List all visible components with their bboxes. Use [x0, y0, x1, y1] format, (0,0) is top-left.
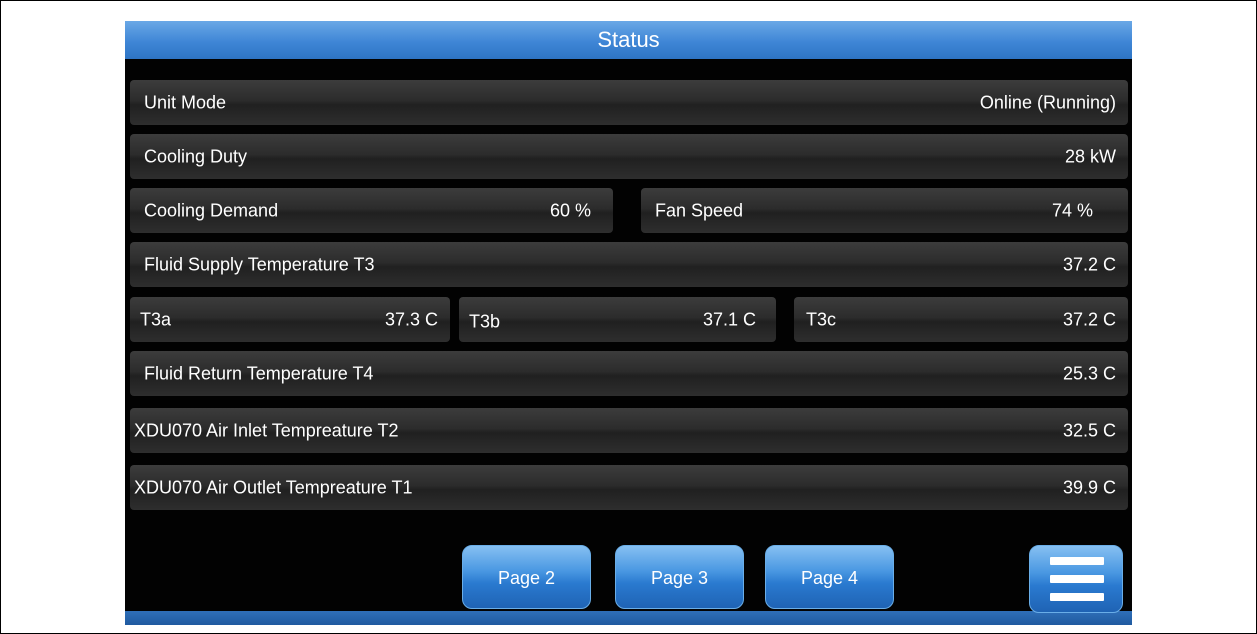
air-inlet-row: XDU070 Air Inlet Tempreature T2 32.5 C [130, 408, 1128, 453]
fan-speed-value: 74 % [1051, 200, 1093, 220]
unit-mode-row: Unit Mode Online (Running) [130, 80, 1128, 125]
cooling-demand-value: 60 % [549, 200, 591, 220]
cooling-demand-row: Cooling Demand 60 % [130, 188, 613, 233]
fluid-supply-row: Fluid Supply Temperature T3 37.2 C [130, 242, 1128, 287]
air-outlet-label: XDU070 Air Outlet Tempreature T1 [134, 477, 413, 497]
cooling-demand-label: Cooling Demand [144, 200, 279, 220]
cooling-duty-row: Cooling Duty 28 kW [130, 134, 1128, 179]
t3b-value: 37.1 C [702, 309, 756, 329]
hamburger-menu-icon-bar [1050, 575, 1104, 583]
t3b-row: T3b 37.1 C [459, 297, 776, 342]
t3c-value: 37.2 C [1062, 309, 1116, 329]
air-outlet-row: XDU070 Air Outlet Tempreature T1 39.9 C [130, 465, 1128, 510]
cooling-duty-label: Cooling Duty [144, 146, 248, 166]
page-2-button[interactable]: Page 2 [462, 545, 591, 609]
fluid-return-label: Fluid Return Temperature T4 [144, 363, 374, 383]
t3a-label: T3a [140, 309, 172, 329]
fluid-supply-label: Fluid Supply Temperature T3 [144, 254, 375, 274]
unit-mode-value: Online (Running) [979, 92, 1116, 112]
air-inlet-value: 32.5 C [1062, 420, 1116, 440]
hmi-screen: Status Unit Mode Online (Running) Coolin… [125, 21, 1132, 625]
hamburger-menu-icon [1050, 557, 1104, 565]
hamburger-menu-icon-bar [1050, 593, 1104, 601]
page-3-button[interactable]: Page 3 [615, 545, 744, 609]
t3b-label: T3b [469, 311, 501, 332]
fan-speed-label: Fan Speed [655, 200, 744, 220]
air-inlet-label: XDU070 Air Inlet Tempreature T2 [134, 420, 399, 440]
t3a-row: T3a 37.3 C [130, 297, 450, 342]
unit-mode-label: Unit Mode [144, 92, 227, 112]
bottom-strip [125, 611, 1132, 625]
fluid-supply-value: 37.2 C [1062, 254, 1116, 274]
fluid-return-row: Fluid Return Temperature T4 25.3 C [130, 351, 1128, 396]
t3c-label: T3c [806, 309, 837, 329]
fan-speed-row: Fan Speed 74 % [641, 188, 1128, 233]
menu-button[interactable] [1029, 545, 1123, 613]
t3c-row: T3c 37.2 C [794, 297, 1128, 342]
page-4-button[interactable]: Page 4 [765, 545, 894, 609]
air-outlet-value: 39.9 C [1062, 477, 1116, 497]
fluid-return-value: 25.3 C [1062, 363, 1116, 383]
page-title: Status [125, 21, 1132, 59]
t3a-value: 37.3 C [384, 309, 438, 329]
cooling-duty-value: 28 kW [1064, 146, 1116, 166]
